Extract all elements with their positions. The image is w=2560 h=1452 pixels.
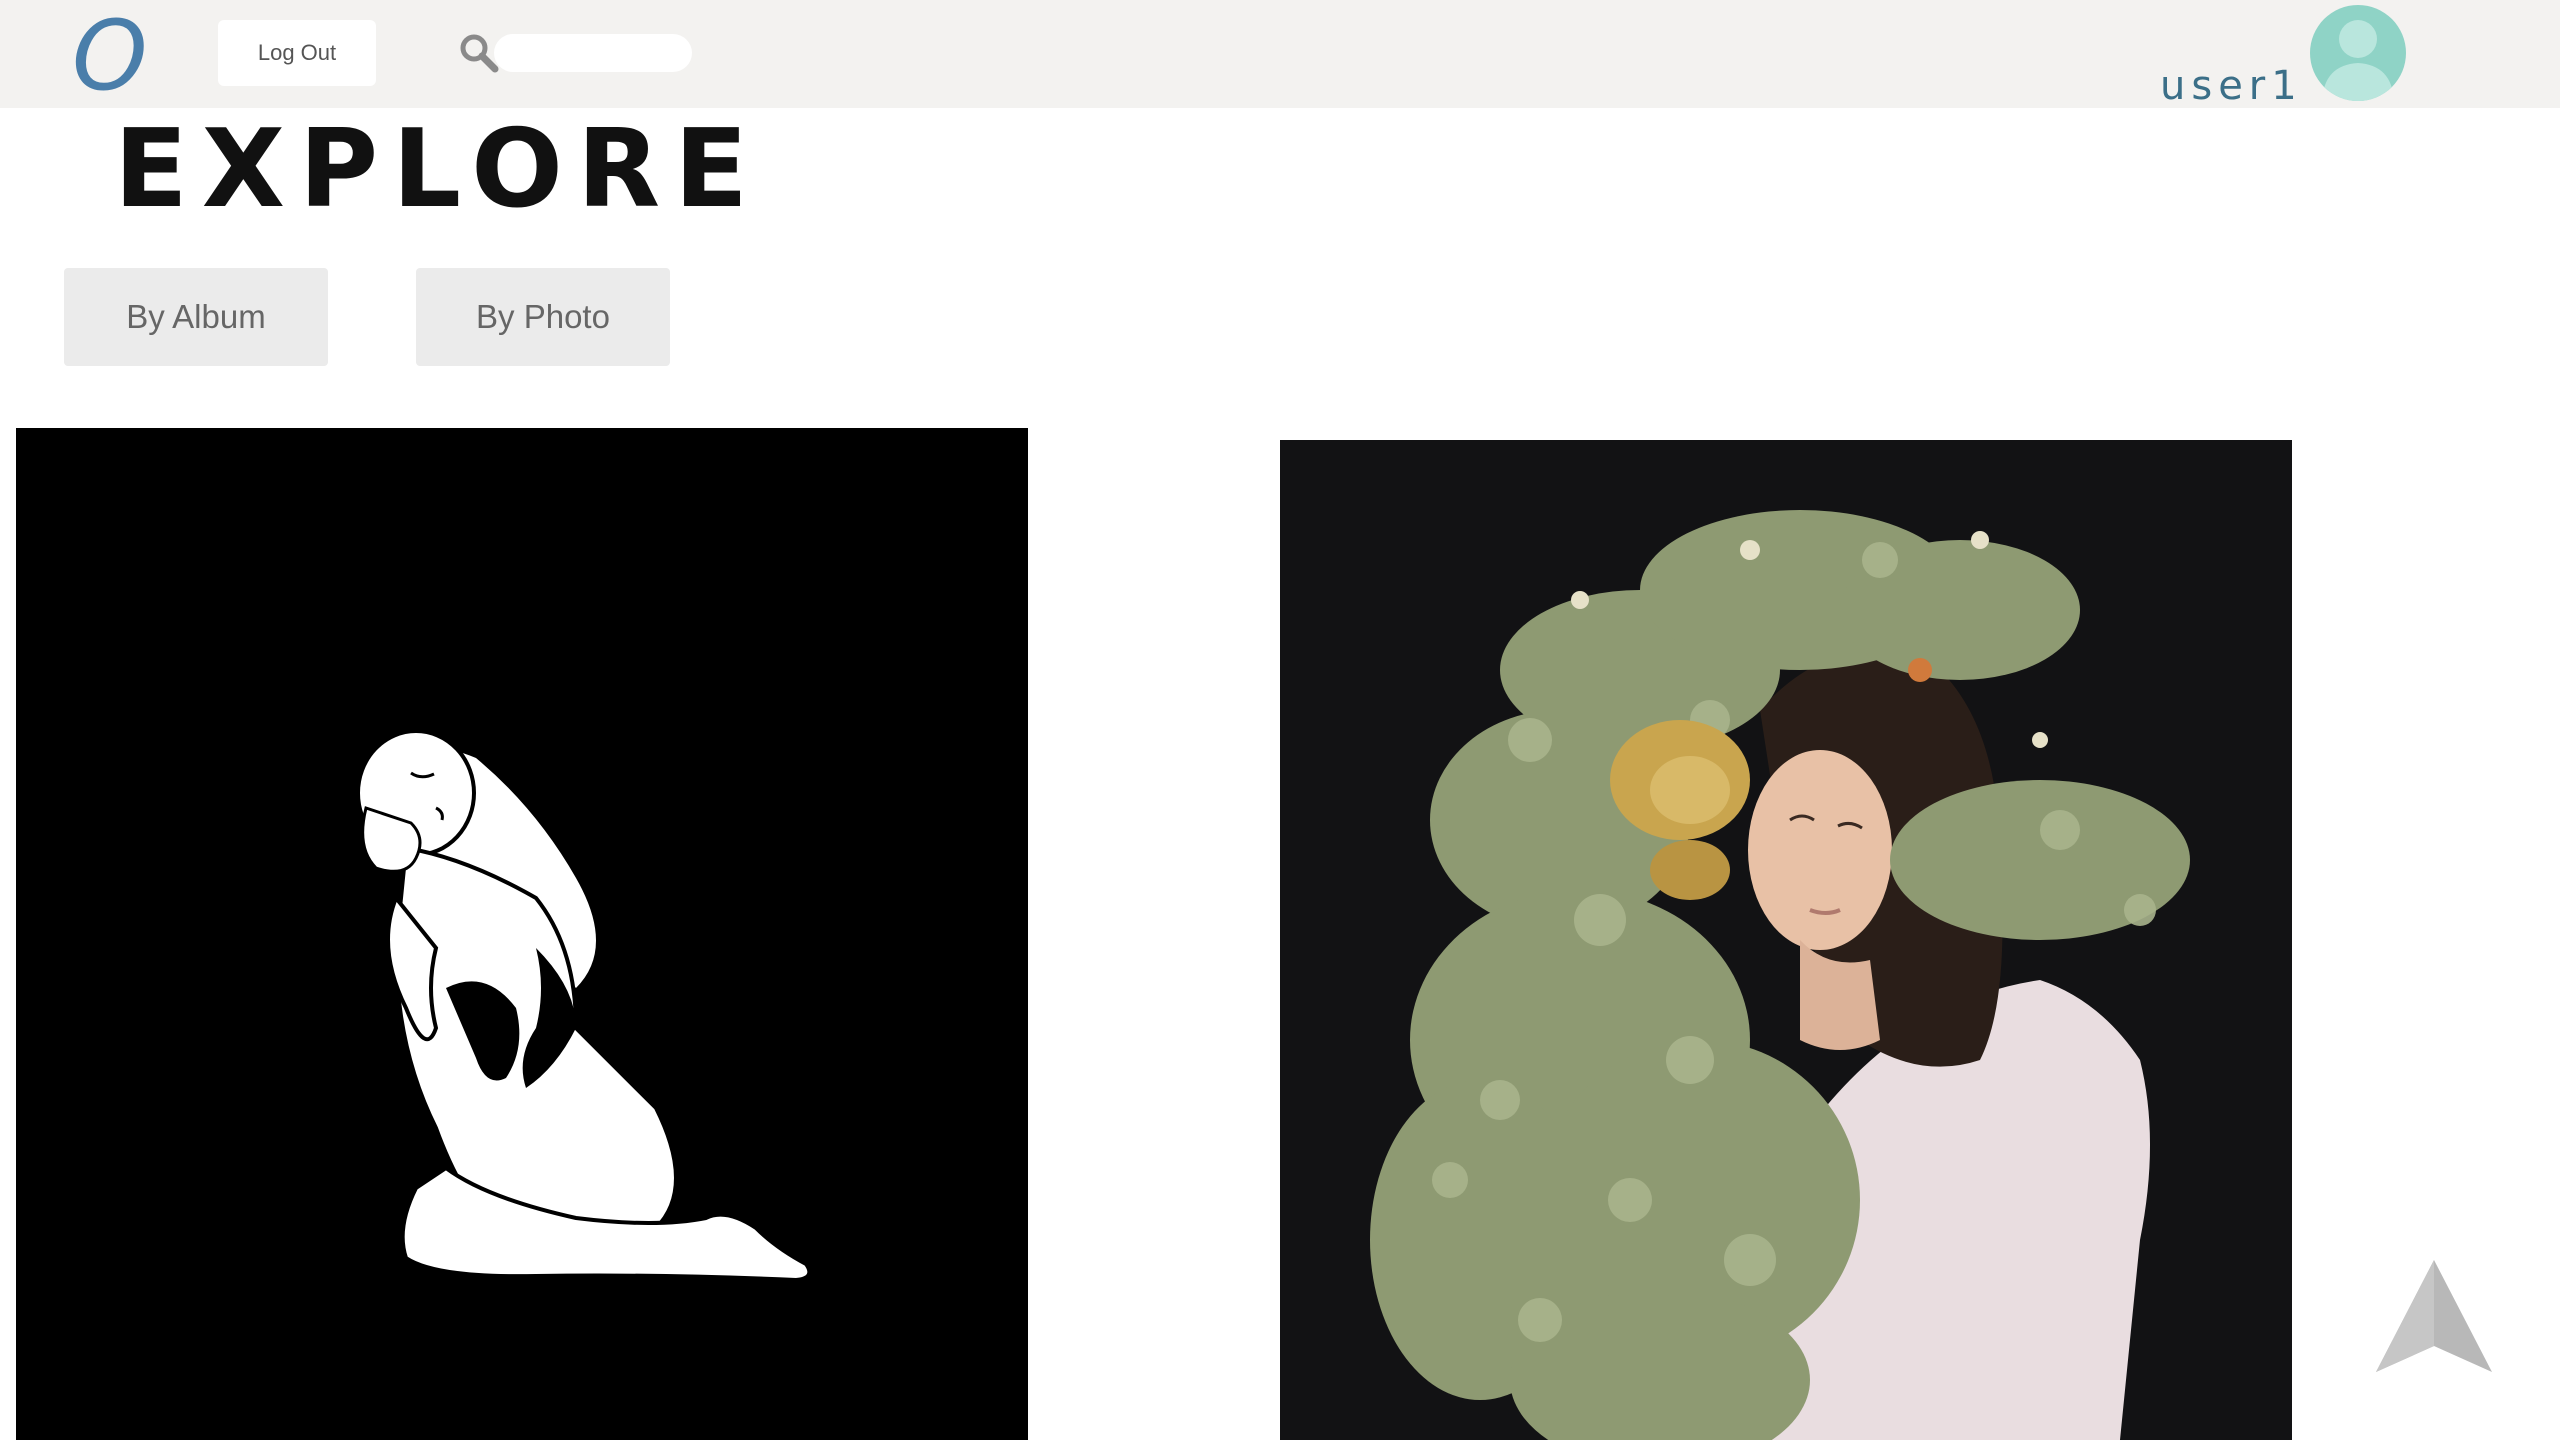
illustration-image xyxy=(16,428,1028,1440)
portrait-image xyxy=(1280,440,2292,1440)
app-logo[interactable]: O xyxy=(72,2,148,110)
page-title: EXPLORE xyxy=(114,107,762,232)
top-navigation-bar: O Log Out user1 xyxy=(0,0,2560,110)
search-input[interactable] xyxy=(494,34,692,72)
logout-button[interactable]: Log Out xyxy=(218,20,376,86)
arrow-up-icon[interactable] xyxy=(2372,1254,2496,1378)
tab-by-photo[interactable]: By Photo xyxy=(416,268,670,366)
user-avatar-icon[interactable] xyxy=(2310,5,2406,101)
tab-by-album[interactable]: By Album xyxy=(64,268,328,366)
photo-card-portrait[interactable] xyxy=(1280,440,2292,1440)
photo-card-illustration[interactable] xyxy=(16,428,1028,1440)
username-label[interactable]: user1 xyxy=(2160,58,2303,114)
